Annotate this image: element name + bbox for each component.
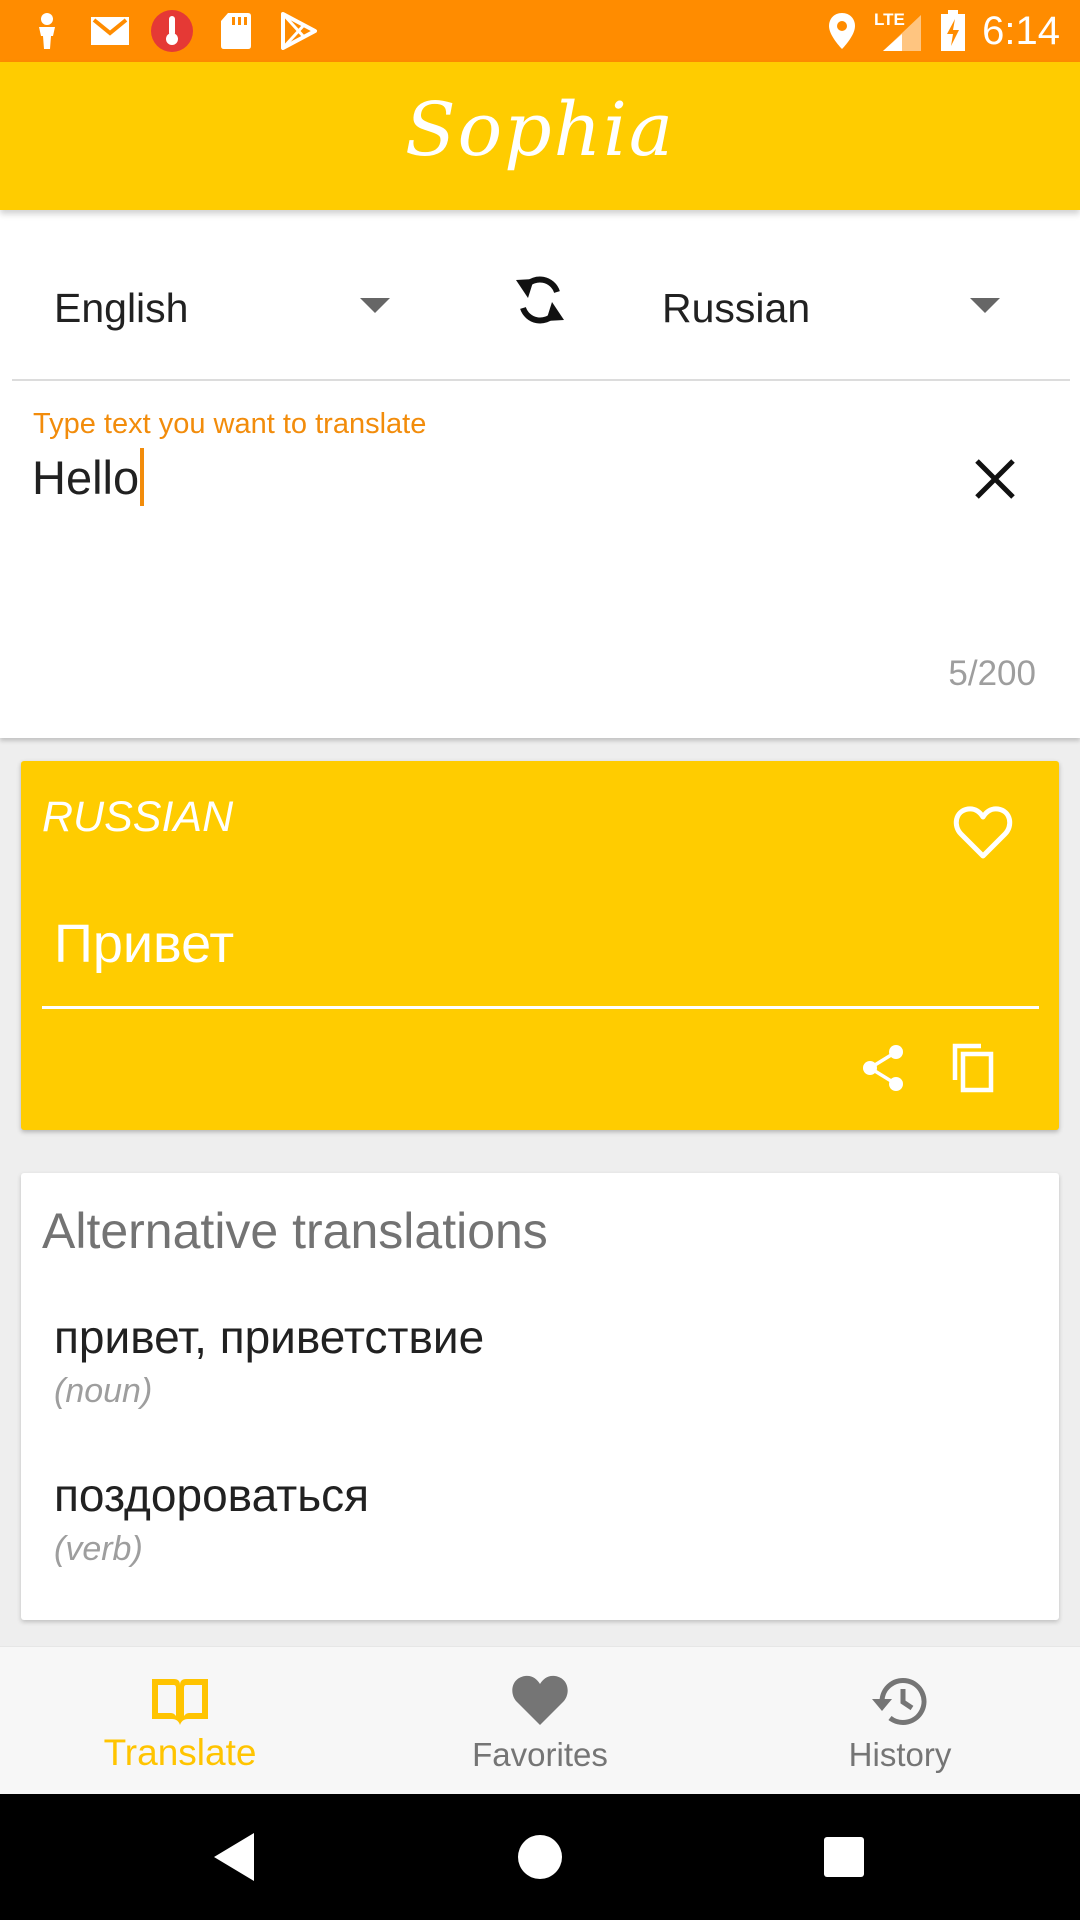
alternatives-title: Alternative translations [42,1203,548,1259]
history-icon [872,1678,927,1725]
clear-icon[interactable] [970,454,1020,504]
system-navigation-bar [0,1794,1080,1920]
result-underline [42,1006,1039,1009]
gmail-icon [91,17,129,45]
swap-languages-icon[interactable] [512,270,568,330]
share-icon[interactable] [859,1043,907,1093]
copy-icon[interactable] [949,1043,997,1093]
divider [12,379,1070,381]
status-bar: LTE 6:14 [0,0,1080,62]
translation-input-panel: English Russian Type text you want to tr… [0,210,1080,738]
input-value: Hello [32,451,140,504]
nav-translate[interactable]: Translate [0,1647,360,1795]
alternative-word: привет, приветствие [54,1311,485,1363]
translation-result-card: RUSSIAN Привет [21,761,1059,1130]
play-store-icon [281,12,317,50]
lte-signal-icon [883,15,921,51]
translation-text: Привет [54,914,235,974]
list-item[interactable]: поздороваться (verb) [54,1467,369,1571]
nav-label: History [848,1736,952,1773]
target-language-label: Russian [662,285,811,331]
list-item[interactable]: привет, приветствие (noun) [54,1309,484,1413]
recents-icon[interactable] [814,1827,874,1887]
favorite-heart-icon[interactable] [953,805,1013,861]
target-language-dropdown[interactable]: Russian [640,250,1020,370]
bottom-navigation: Translate Favorites History [0,1646,1080,1794]
app-bar: Sophia [0,62,1080,210]
alternative-word: поздороваться [54,1469,370,1521]
clock: 6:14 [982,9,1060,53]
home-icon[interactable] [510,1827,570,1887]
back-icon[interactable] [206,1827,266,1887]
text-cursor [140,448,145,506]
source-language-label: English [54,285,189,331]
app-logo: Sophia [404,87,676,173]
text-input[interactable]: Hello [32,448,145,508]
battery-charging-icon [941,10,965,51]
part-of-speech: (noun) [54,1372,153,1410]
part-of-speech: (verb) [54,1530,143,1568]
nav-favorites[interactable]: Favorites [360,1647,720,1795]
temperature-alert-icon [151,10,193,52]
nav-label: Favorites [472,1736,608,1773]
chevron-down-icon [970,298,1000,313]
person-icon [39,13,55,49]
source-language-dropdown[interactable]: English [30,250,410,370]
sd-card-icon [221,13,251,49]
book-icon [152,1679,208,1725]
heart-icon [512,1675,568,1725]
nav-history[interactable]: History [720,1647,1080,1795]
char-counter: 5/200 [948,654,1036,693]
alternative-translations-card: Alternative translations привет, приветс… [21,1173,1059,1620]
nav-label: Translate [103,1732,257,1773]
location-pin-icon [829,13,855,49]
input-label: Type text you want to translate [33,408,427,440]
result-language-label: RUSSIAN [42,793,234,841]
chevron-down-icon [360,298,390,313]
